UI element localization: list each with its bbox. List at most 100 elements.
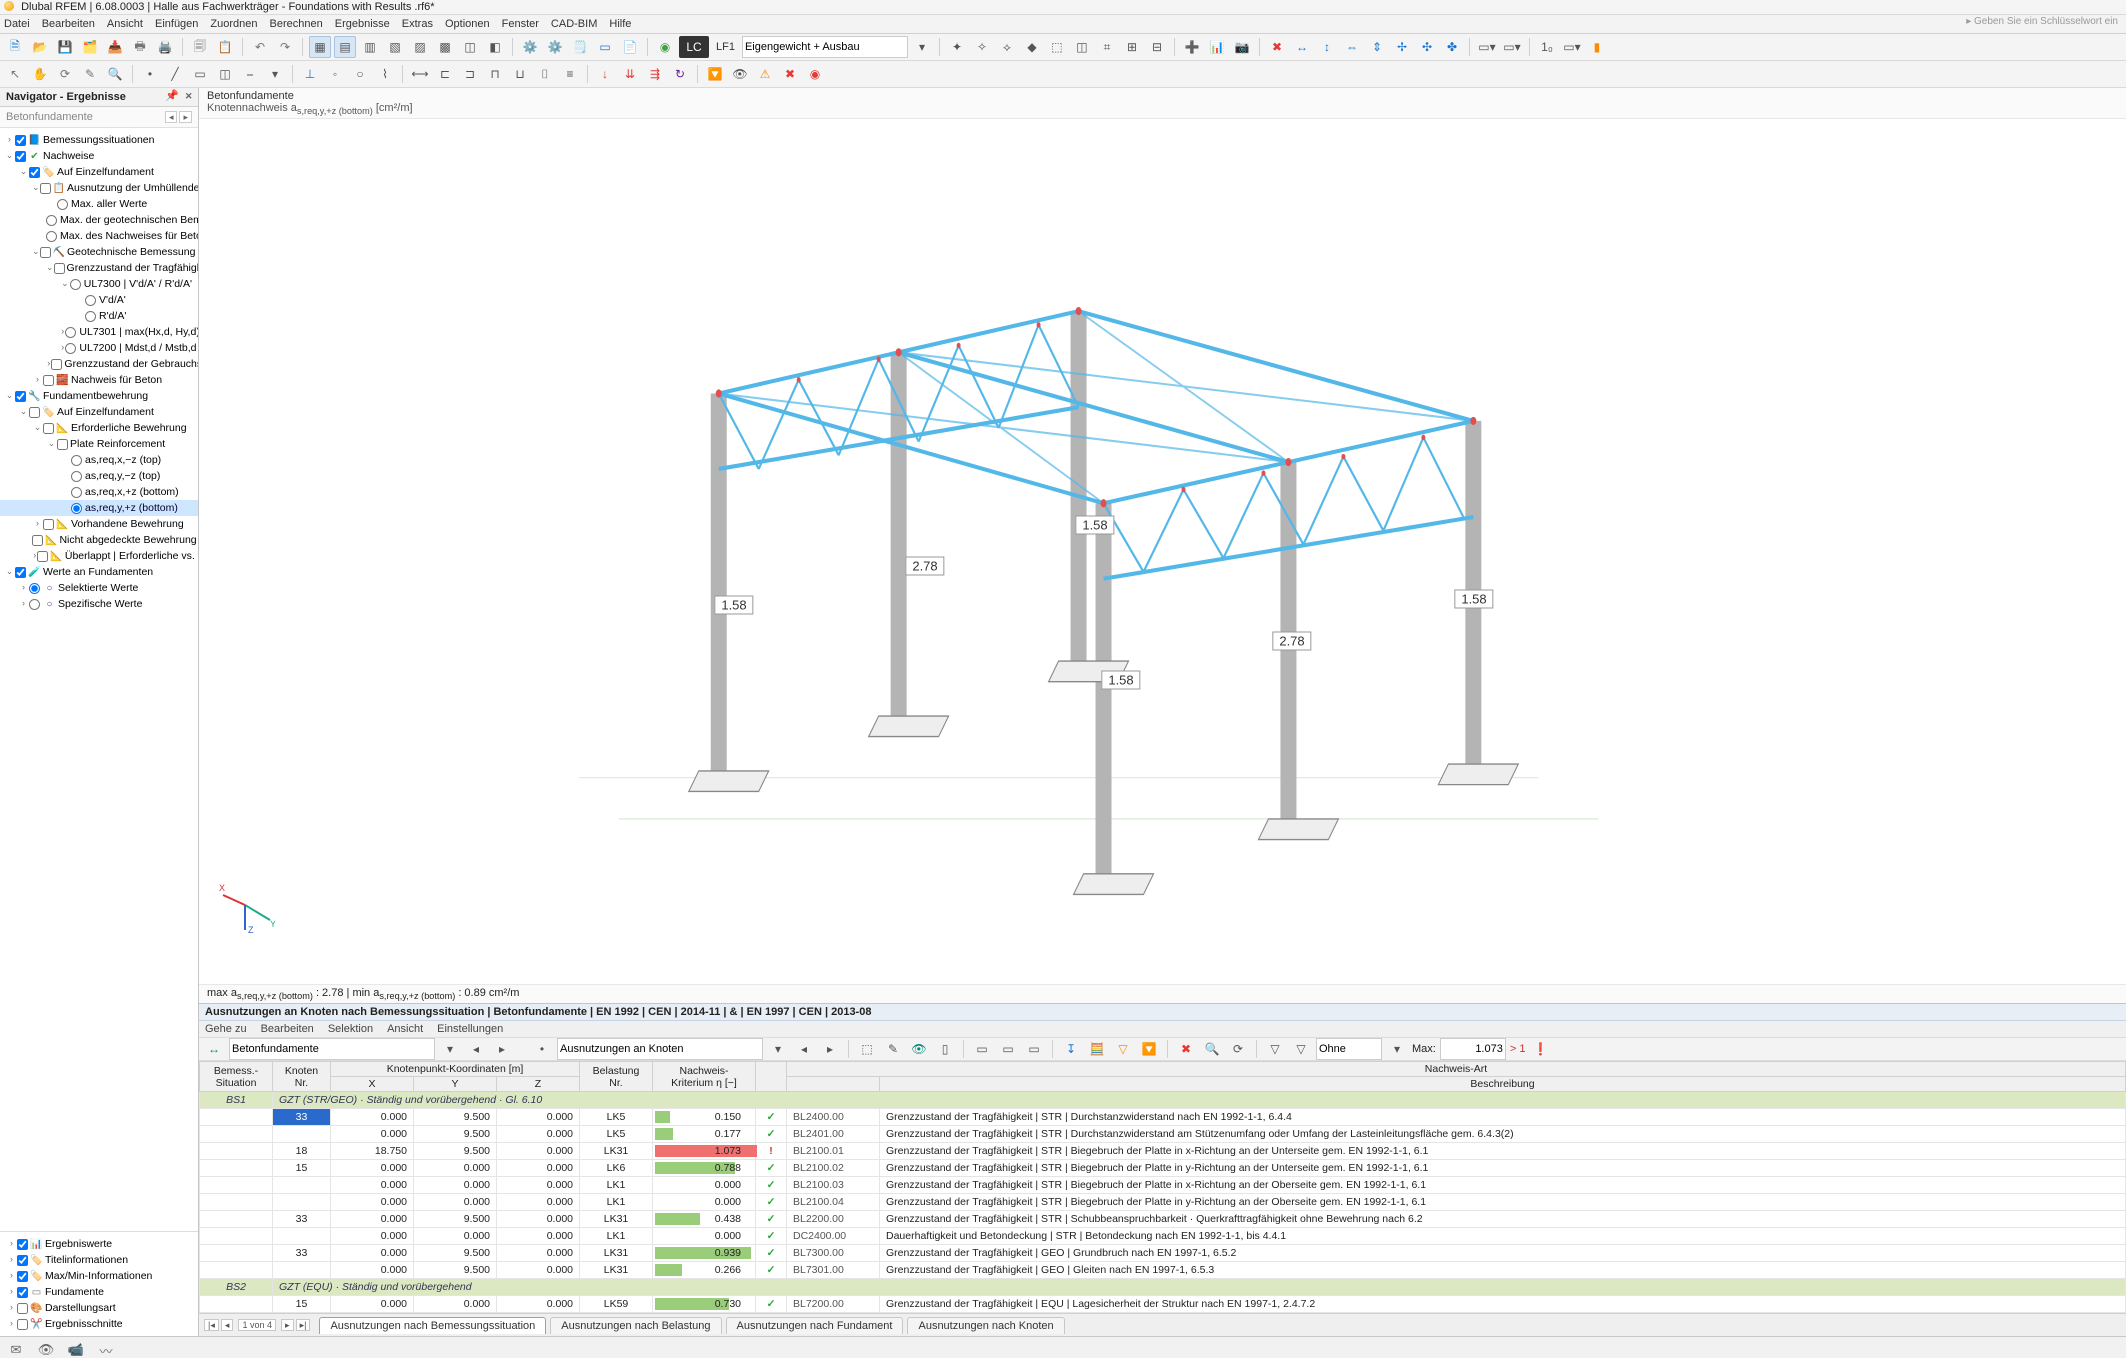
tree-radio[interactable] xyxy=(70,279,81,290)
zoom-icon[interactable]: 🔍 xyxy=(104,63,126,85)
menu-item-einfügen[interactable]: Einfügen xyxy=(155,18,198,30)
results-tool-f[interactable]: ▭ xyxy=(997,1038,1019,1060)
results-tab[interactable]: Ausnutzungen nach Bemessungssituation xyxy=(319,1317,546,1334)
solid-icon[interactable]: ◫ xyxy=(214,63,236,85)
loadcase-dropdown-icon[interactable]: ▾ xyxy=(911,36,933,58)
load-moment-icon[interactable]: ↻ xyxy=(669,63,691,85)
results-menu-item[interactable]: Einstellungen xyxy=(437,1023,503,1035)
tree-radio[interactable] xyxy=(85,311,96,322)
results-filter-select[interactable] xyxy=(1316,1038,1382,1060)
view-mode-3-icon[interactable]: ▥ xyxy=(359,36,381,58)
tree-item[interactable]: ›UL7301 | max(Hx,d, Hy,d) / Rd,d xyxy=(0,324,198,340)
dimension-icon[interactable]: ⟷ xyxy=(409,63,431,85)
tree-item[interactable]: Max. der geotechnischen Bemessung xyxy=(0,212,198,228)
tree-checkbox[interactable] xyxy=(40,183,51,194)
table-row[interactable]: 0.0000.0000.000LK10.000✓BL2100.03Grenzzu… xyxy=(200,1177,2126,1194)
table-row[interactable]: 150.0000.0000.000LK60.788✓BL2100.02Grenz… xyxy=(200,1160,2126,1177)
tree-item[interactable]: ›○Selektierte Werte xyxy=(0,580,198,596)
table-group-row[interactable]: BS2GZT (EQU) · Ständig und vorübergehend xyxy=(200,1279,2126,1296)
table-row[interactable]: 0.0000.0000.000LK10.000✓DC2400.00Dauerha… xyxy=(200,1228,2126,1245)
toggle-checkbox[interactable] xyxy=(17,1303,28,1314)
tool-icon-i[interactable]: ⊟ xyxy=(1146,36,1168,58)
num-icon-10[interactable]: 1₀ xyxy=(1536,36,1558,58)
tool-q-icon[interactable]: ⊐ xyxy=(459,63,481,85)
chart-icon[interactable]: 📊 xyxy=(1206,36,1228,58)
tree-item[interactable]: ⌄🧪Werte an Fundamenten xyxy=(0,564,198,580)
tree-item[interactable]: as,req,x,+z (bottom) xyxy=(0,484,198,500)
results-filter-icon[interactable]: ▽ xyxy=(1112,1038,1134,1060)
tool-r-icon[interactable]: ⊓ xyxy=(484,63,506,85)
app-curve-icon[interactable]: 〰 xyxy=(96,1341,116,1358)
tree-radio[interactable] xyxy=(29,599,40,610)
results-tab[interactable]: Ausnutzungen nach Belastung xyxy=(550,1317,721,1334)
tree-item[interactable]: ›UL7200 | Mdst,d / Mstb,d xyxy=(0,340,198,356)
table-row[interactable]: 0.0009.5000.000LK50.177✓BL2401.00Grenzzu… xyxy=(200,1126,2126,1143)
tool-icon-d[interactable]: ◆ xyxy=(1021,36,1043,58)
redo-icon[interactable]: ↷ xyxy=(274,36,296,58)
tree-checkbox[interactable] xyxy=(29,407,40,418)
paste-icon[interactable]: 📋 xyxy=(214,36,236,58)
edit-node-icon[interactable]: ✎ xyxy=(79,63,101,85)
tree-item[interactable]: ⌄⛏️Geotechnische Bemessung xyxy=(0,244,198,260)
tree-item[interactable]: ›📐Vorhandene Bewehrung xyxy=(0,516,198,532)
tree-radio[interactable] xyxy=(46,215,57,226)
results-clear-icon[interactable]: ✖ xyxy=(1175,1038,1197,1060)
results-funnel-icon[interactable]: 🔽 xyxy=(1138,1038,1160,1060)
tree-item[interactable]: ⌄Grenzzustand der Tragfähigkeit xyxy=(0,260,198,276)
dropdown-d-icon[interactable]: ▾ xyxy=(264,63,286,85)
view-mode-6-icon[interactable]: ▩ xyxy=(434,36,456,58)
results-tool-a[interactable]: ⬚ xyxy=(856,1038,878,1060)
tree-item[interactable]: as,req,y,+z (bottom) xyxy=(0,500,198,516)
tree-radio[interactable] xyxy=(71,455,82,466)
results-pager[interactable]: |◂◂ 1 von 4 ▸▸| xyxy=(203,1319,311,1331)
tool-icon-c[interactable]: ⟡ xyxy=(996,36,1018,58)
filter-icon[interactable]: 🔽 xyxy=(704,63,726,85)
results-alert-icon[interactable]: ❗ xyxy=(1529,1038,1551,1060)
save-icon[interactable]: 💾 xyxy=(54,36,76,58)
tree-item[interactable]: ›○Spezifische Werte xyxy=(0,596,198,612)
load-line-icon[interactable]: ⇊ xyxy=(619,63,641,85)
menu-item-fenster[interactable]: Fenster xyxy=(502,18,539,30)
surface-icon[interactable]: ▭ xyxy=(189,63,211,85)
view-mode-4-icon[interactable]: ▧ xyxy=(384,36,406,58)
tree-radio[interactable] xyxy=(65,327,76,338)
tree-checkbox[interactable] xyxy=(15,151,26,162)
table-group-row[interactable]: BS1GZT (STR/GEO) · Ständig und vorüberge… xyxy=(200,1092,2126,1109)
results-prev-1[interactable]: ◂ xyxy=(465,1038,487,1060)
results-tool-g[interactable]: ▭ xyxy=(1023,1038,1045,1060)
results-menu-item[interactable]: Ansicht xyxy=(387,1023,423,1035)
display-toggle[interactable]: ›🏷️Max/Min-Informationen xyxy=(6,1268,192,1284)
print-preview-icon[interactable]: 🖶 xyxy=(129,36,151,58)
results-filter-btn-2[interactable]: ▽ xyxy=(1290,1038,1312,1060)
calc-icon[interactable]: ⚙️ xyxy=(519,36,541,58)
loadcase-name-input[interactable] xyxy=(742,36,908,58)
snap-2-icon[interactable]: ↔ xyxy=(1291,36,1313,58)
results-dropdown-2[interactable]: ▾ xyxy=(767,1038,789,1060)
table-row[interactable]: 0.0009.5000.000LK310.266✓BL7301.00Grenzz… xyxy=(200,1262,2126,1279)
results-zoom-icon[interactable]: 🔍 xyxy=(1201,1038,1223,1060)
table-row[interactable]: 1818.7509.5000.000LK311.073!BL2100.01Gre… xyxy=(200,1143,2126,1160)
tree-item[interactable]: ⌄✔Nachweise xyxy=(0,148,198,164)
results-filter-dropdown[interactable]: ▾ xyxy=(1386,1038,1408,1060)
results-dot-icon[interactable]: • xyxy=(531,1038,553,1060)
line-icon[interactable]: ╱ xyxy=(164,63,186,85)
tree-checkbox[interactable] xyxy=(15,391,26,402)
results-tool-b[interactable]: ✎ xyxy=(882,1038,904,1060)
tree-checkbox[interactable] xyxy=(43,423,54,434)
results-tool-c[interactable]: 👁 xyxy=(908,1038,930,1060)
tree-item[interactable]: Max. des Nachweises für Beton xyxy=(0,228,198,244)
tree-item[interactable]: ⌄📋Ausnutzung der Umhüllenden xyxy=(0,180,198,196)
export-icon[interactable]: ▭ xyxy=(594,36,616,58)
pan-icon[interactable]: ✋ xyxy=(29,63,51,85)
view-mode-5-icon[interactable]: ▨ xyxy=(409,36,431,58)
app-camera-icon[interactable]: 📹 xyxy=(66,1342,86,1358)
show-icon[interactable]: 👁 xyxy=(729,63,751,85)
toggle-checkbox[interactable] xyxy=(17,1271,28,1282)
record-icon[interactable]: ◉ xyxy=(804,63,826,85)
keyword-search-hint[interactable]: ▸ Geben Sie ein Schlüsselwort ein xyxy=(1966,16,2118,27)
dropdown-b-icon[interactable]: ▭▾ xyxy=(1501,36,1523,58)
tree-item[interactable]: V'd/A' xyxy=(0,292,198,308)
navigator-tree[interactable]: ›📘Bemessungssituationen⌄✔Nachweise⌄🏷️Auf… xyxy=(0,128,198,1231)
results-menu-item[interactable]: Bearbeiten xyxy=(261,1023,314,1035)
menu-item-cad-bim[interactable]: CAD-BIM xyxy=(551,18,597,30)
